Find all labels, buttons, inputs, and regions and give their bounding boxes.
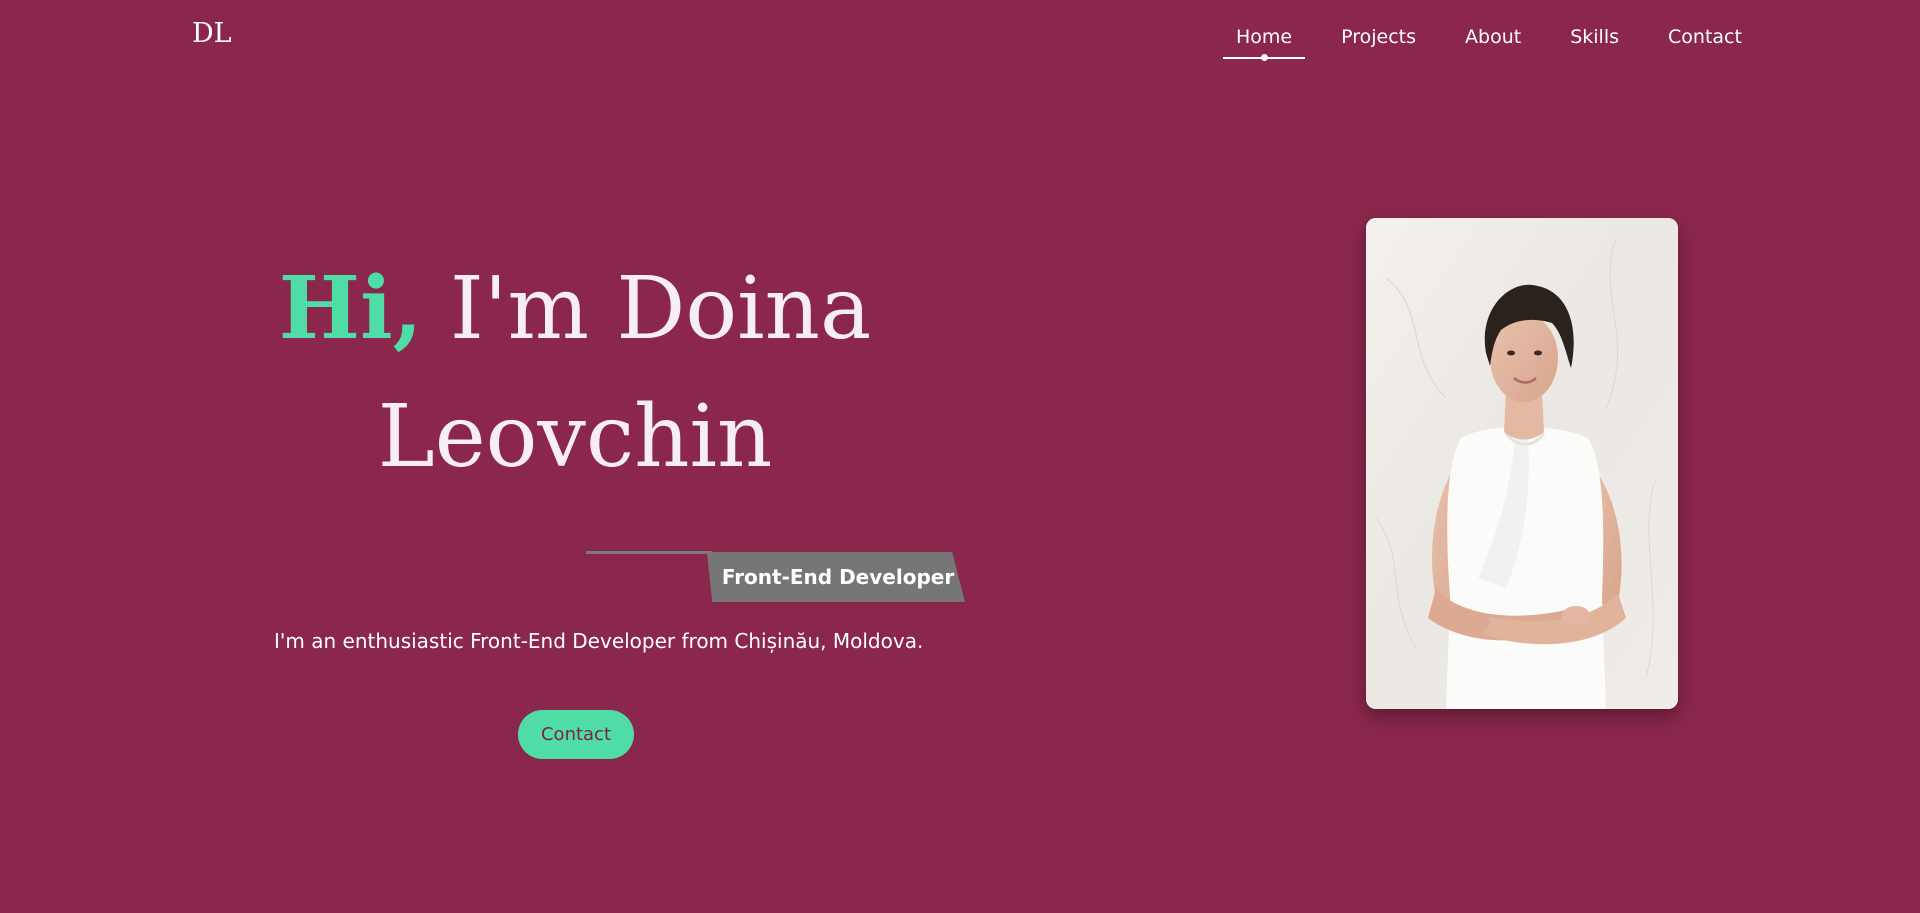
- nav-item-skills[interactable]: Skills: [1557, 0, 1632, 60]
- name-line-1: I'm Doina: [422, 259, 872, 359]
- hero-heading: Hi, I'm Doina Leovchin: [250, 245, 900, 501]
- nav-item-about-label: About: [1465, 26, 1522, 48]
- nav-item-projects[interactable]: Projects: [1328, 0, 1429, 60]
- main-nav: Home Projects About Skills Contact: [1223, 0, 1755, 64]
- nav-item-contact[interactable]: Contact: [1655, 0, 1755, 60]
- nav-item-about[interactable]: About: [1452, 0, 1534, 60]
- name-line-2: Leovchin: [377, 387, 773, 487]
- active-indicator-dot: [1260, 54, 1268, 61]
- nav-item-skills-label: Skills: [1570, 26, 1620, 48]
- role-divider-line: [586, 551, 712, 554]
- contact-button[interactable]: Contact: [518, 710, 634, 759]
- role-badge: Front-End Developer: [707, 552, 965, 602]
- profile-photo-illustration: [1366, 218, 1678, 709]
- nav-item-contact-label: Contact: [1668, 26, 1742, 48]
- profile-photo: [1366, 218, 1678, 709]
- nav-item-home-label: Home: [1236, 26, 1293, 48]
- page: DL Home Projects About Skills Contact Hi…: [0, 0, 1920, 913]
- nav-item-home[interactable]: Home: [1223, 0, 1306, 61]
- intro-text: I'm an enthusiastic Front-End Developer …: [274, 629, 924, 653]
- role-label: Front-End Developer: [721, 565, 955, 589]
- contact-button-label: Contact: [540, 724, 612, 745]
- nav-item-projects-label: Projects: [1341, 26, 1417, 48]
- greeting: Hi,: [278, 258, 423, 359]
- logo[interactable]: DL: [192, 18, 232, 49]
